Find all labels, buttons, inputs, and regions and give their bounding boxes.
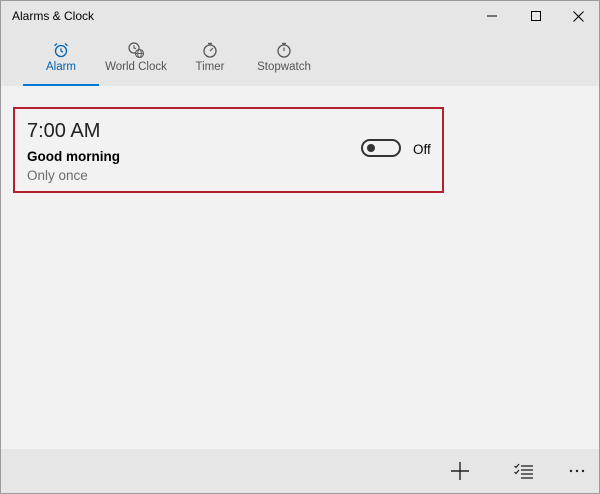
more-options-button[interactable] [557, 449, 597, 493]
alarm-list: 7:00 AM Good morning Only once Off [1, 86, 599, 449]
add-icon [451, 462, 469, 480]
alarm-time: 7:00 AM [27, 120, 101, 142]
stopwatch-icon [277, 42, 291, 58]
window-title: Alarms & Clock [12, 9, 95, 23]
minimize-button[interactable] [469, 1, 515, 31]
timer-icon [203, 42, 217, 58]
tab-label: World Clock [105, 61, 167, 73]
alarm-clock-icon [54, 43, 68, 58]
tab-world-clock[interactable]: World Clock [103, 31, 169, 86]
select-icon [514, 463, 533, 479]
command-bar [1, 449, 599, 493]
tab-alarm[interactable]: Alarm [23, 31, 99, 86]
tab-stopwatch[interactable]: Stopwatch [251, 31, 317, 86]
tab-bar: Alarm World Clock Timer Stopwatch [1, 31, 599, 86]
maximize-icon [531, 11, 541, 21]
world-clock-icon [128, 42, 145, 59]
more-icon [569, 469, 585, 473]
tab-label: Alarm [45, 61, 77, 73]
alarm-name: Good morning [27, 149, 120, 164]
add-alarm-button[interactable] [440, 449, 480, 493]
tab-label: Timer [195, 61, 225, 73]
minimize-icon [487, 15, 497, 17]
title-bar: Alarms & Clock [1, 1, 599, 31]
tab-label: Stopwatch [257, 61, 311, 73]
tab-timer[interactable]: Timer [183, 31, 237, 86]
toggle-state-label: Off [413, 142, 431, 157]
select-alarms-button[interactable] [504, 449, 544, 493]
app-window: Alarms & Clock Alarm World Clock Timer S… [0, 0, 600, 494]
maximize-button[interactable] [513, 1, 559, 31]
close-button[interactable] [555, 1, 599, 31]
alarm-toggle[interactable] [361, 139, 401, 157]
alarm-item[interactable]: 7:00 AM Good morning Only once Off [13, 107, 444, 193]
close-icon [572, 10, 584, 22]
toggle-knob [367, 144, 375, 152]
alarm-repeat: Only once [27, 168, 88, 183]
